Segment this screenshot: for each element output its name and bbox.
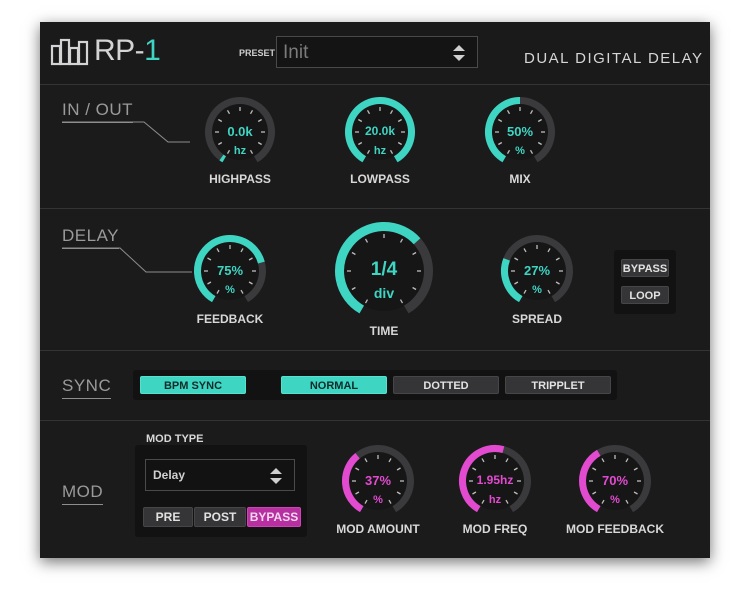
knob-unit-text: hz [373,145,387,157]
knob-value-text: 20.0k [364,124,396,138]
knob-label: HIGHPASS [209,172,271,186]
loop-button[interactable]: LOOP [621,286,669,304]
tripplet-button[interactable]: TRIPPLET [505,376,611,394]
knob-unit-text: % [225,284,235,296]
mod-amount-knob[interactable]: 37%% MOD AMOUNT [332,435,424,536]
mix-knob[interactable]: 50%% MIX [475,87,565,186]
knob-value-text: 50% [506,124,534,139]
knob-label: SPREAD [511,312,562,326]
sync-panel: BPM SYNC NORMAL DOTTED TRIPPLET [133,370,617,400]
bpm-sync-button[interactable]: BPM SYNC [140,376,246,394]
knob-unit-text: hz [233,145,247,157]
knob-value-arc [219,154,227,163]
mod-type-value: Delay [153,468,186,482]
up-down-arrows-icon [270,468,282,484]
knob-unit-text: % [515,145,525,157]
plugin-window: RP-1 PRESET Init DUAL DIGITAL DELAY IN /… [40,22,710,558]
knob-label: TIME [369,324,399,338]
mod-freq-knob[interactable]: 1.95hz hz MOD FREQ [449,435,541,536]
bypass-button[interactable]: BYPASS [621,259,669,277]
mod-type-select[interactable]: Delay [145,459,295,491]
dotted-button[interactable]: DOTTED [393,376,499,394]
knob-label: MIX [509,172,531,186]
knob-unit-text: % [532,284,542,296]
knob-value-text: 1.95hz [476,473,514,487]
knob-label: LOWPASS [350,172,410,186]
highpass-knob[interactable]: 0.0k hz HIGHPASS [195,87,285,186]
feedback-knob[interactable]: 75%% FEEDBACK [184,225,276,326]
knob-value-text: 27% [523,263,551,278]
knob-value-text: 37% [364,473,392,488]
knob-label: MOD FEEDBACK [566,522,664,536]
time-knob[interactable]: 1/4 div TIME [325,212,443,338]
mod-type-label: MOD TYPE [146,433,204,445]
delay-button-panel: BYPASS LOOP [614,250,676,314]
knob-value-text: 0.0k [227,124,253,139]
post-button[interactable]: POST [194,507,246,527]
knob-value-text: 1/4 [370,259,398,280]
mod-bypass-button[interactable]: BYPASS [247,507,301,527]
knob-label: FEEDBACK [196,312,264,326]
pre-button[interactable]: PRE [143,507,193,527]
knob-unit-text: div [373,285,395,301]
mod-feedback-knob[interactable]: 70%% MOD FEEDBACK [566,435,664,536]
knob-unit-text: % [610,494,620,506]
knob-value-text: 70% [601,473,629,488]
normal-button[interactable]: NORMAL [281,376,387,394]
lowpass-knob[interactable]: 20.0k hz LOWPASS [335,87,425,186]
knob-unit-text: % [373,494,383,506]
knob-value-text: 75% [216,263,244,278]
spread-knob[interactable]: 27%% SPREAD [491,225,583,326]
knob-unit-text: hz [488,494,502,506]
